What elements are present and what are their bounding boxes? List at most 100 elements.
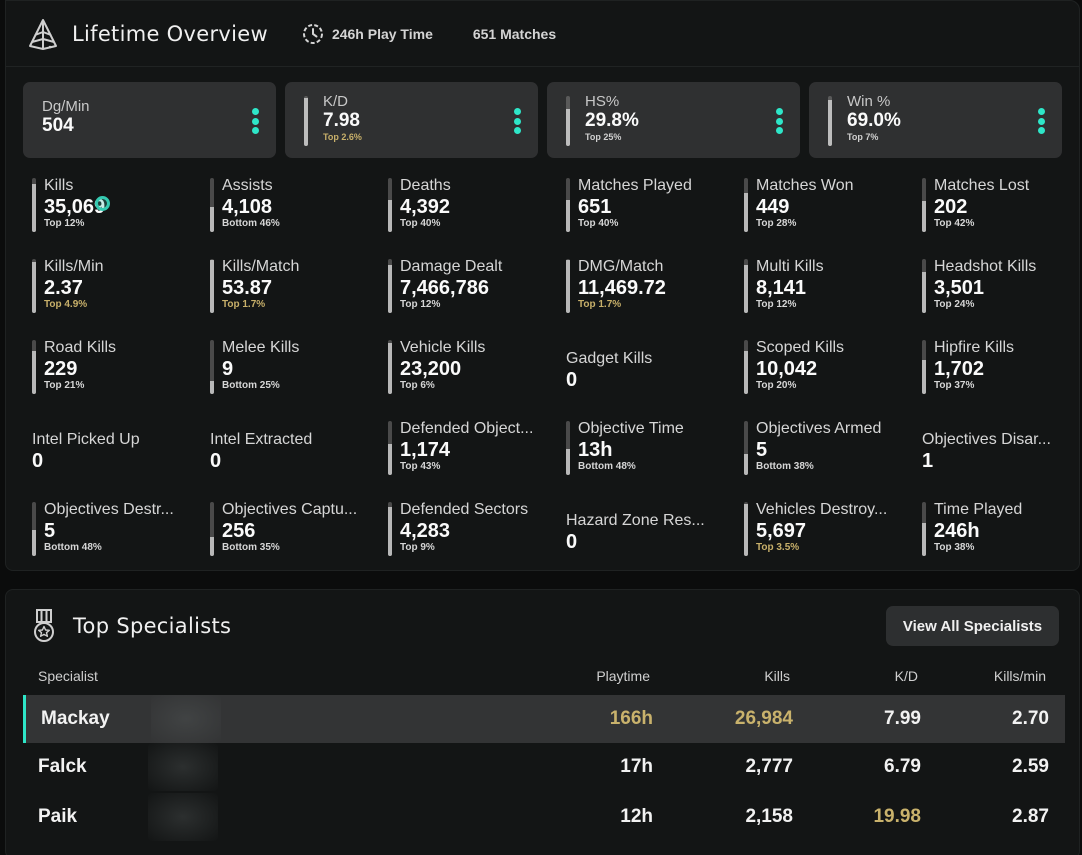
percentile-bar-fill xyxy=(32,261,36,313)
percentile-bar-fill xyxy=(566,260,570,313)
stat-value: 13h xyxy=(578,439,613,461)
more-options-button[interactable] xyxy=(775,108,783,134)
stat-value: 229 xyxy=(44,358,78,380)
stat-percentile: Bottom 25% xyxy=(222,380,280,391)
stat-text: Scoped Kills 10,042 Top 20% xyxy=(756,339,921,392)
column-header-playtime[interactable]: Playtime xyxy=(596,668,650,684)
stat-label: Hipfire Kills xyxy=(934,339,1015,356)
stat-value: 53.87 xyxy=(222,277,273,299)
specialist-row[interactable]: Paik 12h 2,158 19.98 2.87 xyxy=(23,793,1065,841)
card-text: Win % 69.0% Top 7% xyxy=(847,93,901,143)
stat-value: 1 xyxy=(922,450,934,472)
stat-card: HS% 29.8% Top 25% xyxy=(547,82,800,158)
column-header-kills[interactable]: Kills xyxy=(764,668,790,684)
percentile-bar-fill xyxy=(388,343,392,394)
specialist-playtime: 17h xyxy=(620,756,653,777)
stat-text: Defended Sectors 4,283 Top 9% xyxy=(400,501,565,554)
stat-value: 4,283 xyxy=(400,520,451,542)
stat-item: Hazard Zone Res... 0 xyxy=(566,498,736,568)
stat-label: Objectives Disar... xyxy=(922,431,1051,448)
specialist-kills: 2,777 xyxy=(745,756,793,777)
specialist-kills-per-min: 2.59 xyxy=(1012,756,1049,777)
column-header-kills-per-min[interactable]: Kills/min xyxy=(994,668,1046,684)
stat-value: 5 xyxy=(44,520,56,542)
percentile-bar xyxy=(922,259,926,313)
highlight-cards: Dg/Min 504 K/D 7.98 Top 2.6% HS% 29.8% T… xyxy=(23,82,1062,158)
stat-value: 4,108 xyxy=(222,196,273,218)
stat-value: 246h xyxy=(934,520,980,542)
stat-text: Matches Lost 202 Top 42% xyxy=(934,177,1082,230)
stat-value: 0 xyxy=(210,450,222,472)
stat-label: Kills xyxy=(44,177,74,194)
stat-label: Gadget Kills xyxy=(566,350,653,367)
percentile-bar-fill xyxy=(566,108,570,146)
pyramid-icon xyxy=(29,18,57,50)
stat-value: 11,469.72 xyxy=(578,277,666,299)
stat-label: Vehicles Destroy... xyxy=(756,501,888,518)
stat-label: Objectives Captu... xyxy=(222,501,358,518)
more-options-button[interactable] xyxy=(1037,108,1045,134)
stat-text: Objectives Armed 5 Bottom 38% xyxy=(756,420,921,473)
stat-percentile: Bottom 38% xyxy=(756,461,814,472)
overview-title: Lifetime Overview xyxy=(72,21,268,46)
stat-item: Kills/Min 2.37 Top 4.9% xyxy=(32,255,202,325)
card-label: Win % xyxy=(847,93,891,110)
cursor-indicator-icon xyxy=(95,196,110,211)
stat-item: Objectives Disar... 1 xyxy=(922,417,1082,487)
kebab-dot-icon xyxy=(251,127,259,134)
more-options-button[interactable] xyxy=(251,108,259,134)
stat-value: 23,200 xyxy=(400,358,462,380)
stat-label: Intel Extracted xyxy=(210,431,313,448)
column-header-specialist[interactable]: Specialist xyxy=(38,668,98,684)
stat-text: Kills 35,069 Top 12% xyxy=(44,177,209,230)
overview-header: Lifetime Overview 246h Play Time 651 Mat… xyxy=(6,1,1079,67)
percentile-bar-fill xyxy=(388,506,392,556)
percentile-bar xyxy=(210,259,214,313)
specialist-portrait xyxy=(148,743,218,791)
stat-text: Hazard Zone Res... 0 xyxy=(566,512,731,553)
specialist-kills: 2,158 xyxy=(745,806,793,827)
percentile-bar-fill xyxy=(922,200,926,232)
percentile-bar-fill xyxy=(388,444,392,475)
stat-value: 8,141 xyxy=(756,277,807,299)
specialist-name: Mackay xyxy=(41,708,110,729)
kebab-dot-icon xyxy=(1037,127,1045,134)
specialist-kd: 19.98 xyxy=(873,806,921,827)
stat-label: Objectives Destr... xyxy=(44,501,174,518)
stat-value: 0 xyxy=(566,531,578,553)
card-value: 69.0% xyxy=(847,110,901,131)
stat-value: 3,501 xyxy=(934,277,985,299)
percentile-bar xyxy=(744,421,748,475)
percentile-bar xyxy=(388,421,392,475)
stat-card: Dg/Min 504 xyxy=(23,82,276,158)
kebab-dot-icon xyxy=(513,127,521,134)
stat-label: Scoped Kills xyxy=(756,339,845,356)
kebab-dot-icon xyxy=(1037,117,1045,125)
stat-value: 256 xyxy=(222,520,256,542)
stat-percentile: Top 1.7% xyxy=(222,299,266,310)
stat-text: Road Kills 229 Top 21% xyxy=(44,339,209,392)
percentile-bar xyxy=(744,259,748,313)
stat-text: Objectives Disar... 1 xyxy=(922,431,1082,472)
stat-label: Deaths xyxy=(400,177,451,194)
play-time-text: 246h Play Time xyxy=(331,25,433,42)
stat-percentile: Top 24% xyxy=(934,299,975,310)
percentile-bar xyxy=(388,502,392,556)
stat-label: Road Kills xyxy=(44,339,117,356)
stat-text: Objectives Destr... 5 Bottom 48% xyxy=(44,501,209,554)
stat-percentile: Top 4.9% xyxy=(44,299,88,310)
stat-text: Objective Time 13h Bottom 48% xyxy=(578,420,743,473)
column-header-kd[interactable]: K/D xyxy=(895,668,918,684)
stat-percentile: Bottom 46% xyxy=(222,218,280,229)
view-all-specialists-button[interactable]: View All Specialists xyxy=(886,606,1059,646)
play-time-meta: 246h Play Time xyxy=(302,23,433,45)
card-value: 7.98 xyxy=(323,110,360,131)
specialist-row[interactable]: Mackay 166h 26,984 7.99 2.70 xyxy=(23,695,1065,743)
percentile-bar xyxy=(32,340,36,394)
stat-percentile: Bottom 35% xyxy=(222,542,280,553)
stat-percentile: Top 6% xyxy=(400,380,435,391)
stat-text: Kills/Match 53.87 Top 1.7% xyxy=(222,258,387,311)
specialist-row[interactable]: Falck 17h 2,777 6.79 2.59 xyxy=(23,743,1065,791)
specialist-name: Paik xyxy=(38,806,78,827)
more-options-button[interactable] xyxy=(513,108,521,134)
